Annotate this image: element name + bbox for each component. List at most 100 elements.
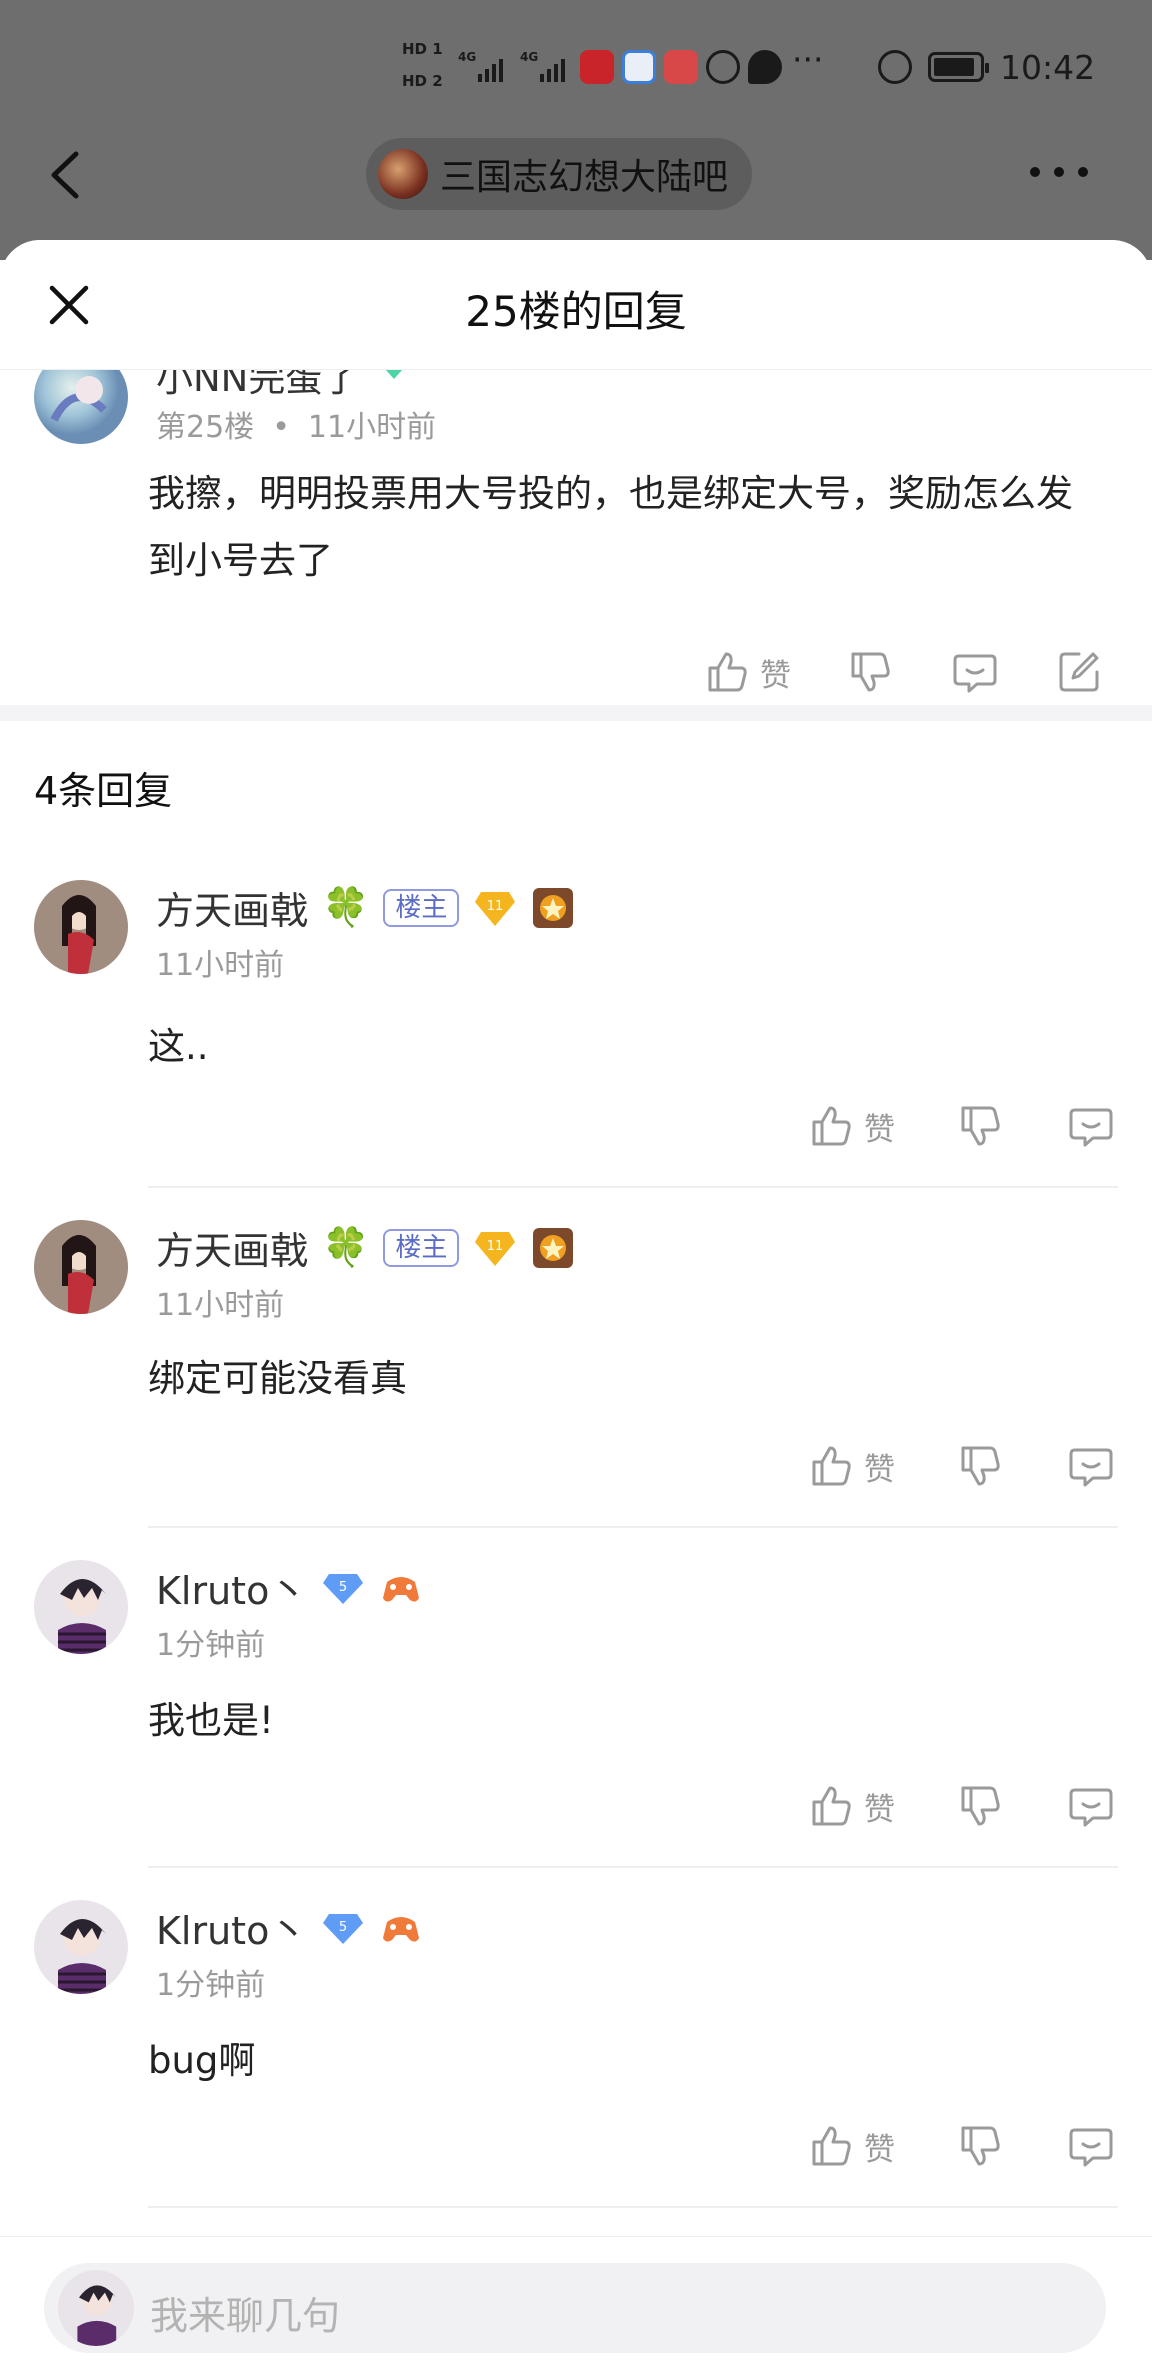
reply-input[interactable]: 我来聊几句 xyxy=(44,2263,1106,2353)
app-huawei-icon xyxy=(664,50,698,84)
section-divider xyxy=(0,705,1152,721)
level-gem-icon: 11 xyxy=(475,891,516,926)
post-actions: 赞 xyxy=(704,648,1103,696)
reply-actions: 赞 xyxy=(808,1102,1115,1150)
like-label: 赞 xyxy=(864,1451,895,1488)
reply-item: 方天画戟 🍀 楼主 11 11小时前 绑定可能没看真 赞 xyxy=(0,1220,1152,1560)
chevron-left-icon xyxy=(51,151,79,199)
forum-name: 三国志幻想大陆吧 xyxy=(440,157,729,198)
reply-actions: 赞 xyxy=(808,2122,1115,2170)
avatar[interactable] xyxy=(34,880,128,974)
reply-time: 11小时前 xyxy=(156,948,285,983)
level-gem-icon: 5 xyxy=(323,1913,364,1944)
thumbs-up-icon xyxy=(812,1786,851,1826)
dislike-button[interactable] xyxy=(957,1782,1005,1830)
input-placeholder: 我来聊几句 xyxy=(150,2294,341,2338)
thumbs-down-icon xyxy=(961,1106,1000,1146)
reply-body: 这.. xyxy=(148,1025,209,1068)
like-button[interactable]: 赞 xyxy=(808,1102,895,1150)
forum-avatar xyxy=(378,149,428,199)
sheet-header: 25楼的回复 xyxy=(0,240,1152,370)
avatar[interactable] xyxy=(34,1560,128,1654)
more-notifications: ··· xyxy=(792,40,824,79)
more-options-button[interactable] xyxy=(1030,160,1100,184)
comment-button[interactable] xyxy=(1067,1102,1115,1150)
dislike-button[interactable] xyxy=(957,1442,1005,1490)
sim2-label: HD 2 xyxy=(402,72,443,90)
thumbs-up-icon xyxy=(812,1106,851,1146)
reply-count: 4条回复 xyxy=(34,769,173,813)
dislike-button[interactable] xyxy=(957,1102,1005,1150)
main-post: 小NN完蛋了 1 第25楼•11小时前 我擦，明明投票用大号投的，也是绑定大号，… xyxy=(0,350,1152,698)
back-button[interactable] xyxy=(40,140,90,210)
reply-divider xyxy=(148,1526,1118,1528)
author-name[interactable]: 方天画戟 xyxy=(156,1220,308,1275)
chat-bubble-icon xyxy=(748,50,782,84)
comment-button[interactable] xyxy=(1067,1782,1115,1830)
like-button[interactable]: 赞 xyxy=(704,648,791,696)
sheet-title: 25楼的回复 xyxy=(465,287,687,336)
avatar[interactable] xyxy=(34,1220,128,1314)
comment-button[interactable] xyxy=(1067,2122,1115,2170)
battery-icon xyxy=(928,52,989,82)
level-number: 5 xyxy=(339,1580,347,1595)
reply-item: Klruto丶 5 1分钟前 bug啊 赞 xyxy=(0,1900,1152,2240)
dislike-button[interactable] xyxy=(957,2122,1005,2170)
post-meta: 第25楼 • 11小时前 xyxy=(156,402,436,446)
level-number: 11 xyxy=(487,899,504,914)
reply-time: 1分钟前 xyxy=(156,1628,266,1663)
clover-icon: 🍀 xyxy=(322,885,370,929)
meta-separator: • xyxy=(272,410,290,445)
author-line: 方天画戟 🍀 楼主 11 xyxy=(156,880,575,935)
reply-body: 我也是! xyxy=(148,1699,274,1742)
author-name[interactable]: 方天画戟 xyxy=(156,880,308,935)
achievement-badge-icon xyxy=(533,887,574,928)
forum-pill[interactable]: 三国志幻想大陆吧 xyxy=(366,138,753,210)
app-xuexi-icon xyxy=(580,50,614,84)
author-line: Klruto丶 5 xyxy=(156,1560,423,1615)
thumbs-down-icon xyxy=(961,1446,1000,1486)
share-button[interactable] xyxy=(1055,648,1103,696)
comment-icon xyxy=(953,654,997,693)
owner-tag: 楼主 xyxy=(383,888,460,927)
reply-actions: 赞 xyxy=(808,1782,1115,1830)
gamepad-badge-icon xyxy=(383,1916,420,1942)
thumbs-down-icon xyxy=(851,652,890,692)
gamepad-badge-icon xyxy=(383,1576,420,1602)
like-label: 赞 xyxy=(864,2131,895,2168)
level-number: 11 xyxy=(487,1239,504,1254)
like-label: 赞 xyxy=(760,657,791,694)
achievement-badge-icon xyxy=(533,1227,574,1268)
author-line: Klruto丶 5 xyxy=(156,1900,423,1955)
comment-button[interactable] xyxy=(951,648,999,696)
like-button[interactable]: 赞 xyxy=(808,2122,895,2170)
thumbs-down-icon xyxy=(961,1786,1000,1826)
replies-sheet: 25楼的回复 小NN完蛋了 1 第25楼•11小时前 我擦，明明投票用大号投的，… xyxy=(0,240,1152,2376)
reply-body: 绑定可能没看真 xyxy=(148,1357,407,1400)
comment-icon xyxy=(1069,1448,1113,1487)
like-button[interactable]: 赞 xyxy=(808,1782,895,1830)
reply-time: 1分钟前 xyxy=(156,1968,266,2003)
thumbs-up-icon xyxy=(812,2126,851,2166)
level-gem-icon: 5 xyxy=(323,1573,364,1604)
like-label: 赞 xyxy=(864,1111,895,1148)
thumbs-up-icon xyxy=(708,652,747,692)
comment-icon xyxy=(1069,1788,1113,1827)
edit-icon xyxy=(1059,652,1099,692)
status-bar: HD 1 HD 2 4G 4G ··· 10:42 xyxy=(0,0,1152,135)
alarm-icon xyxy=(878,50,912,84)
reply-input-bar: 我来聊几句 xyxy=(0,2236,1152,2376)
net2-label: 4G xyxy=(520,50,539,64)
net1-label: 4G xyxy=(458,50,477,64)
comment-button[interactable] xyxy=(1067,1442,1115,1490)
dislike-button[interactable] xyxy=(847,648,895,696)
comment-icon xyxy=(1069,1108,1113,1147)
author-name[interactable]: Klruto丶 xyxy=(156,1560,307,1615)
like-button[interactable]: 赞 xyxy=(808,1442,895,1490)
reply-divider xyxy=(148,1186,1118,1188)
level-number: 5 xyxy=(339,1920,347,1935)
avatar[interactable] xyxy=(34,1900,128,1994)
author-name[interactable]: Klruto丶 xyxy=(156,1900,307,1955)
my-avatar xyxy=(58,2270,134,2346)
reply-body: bug啊 xyxy=(148,2039,256,2082)
